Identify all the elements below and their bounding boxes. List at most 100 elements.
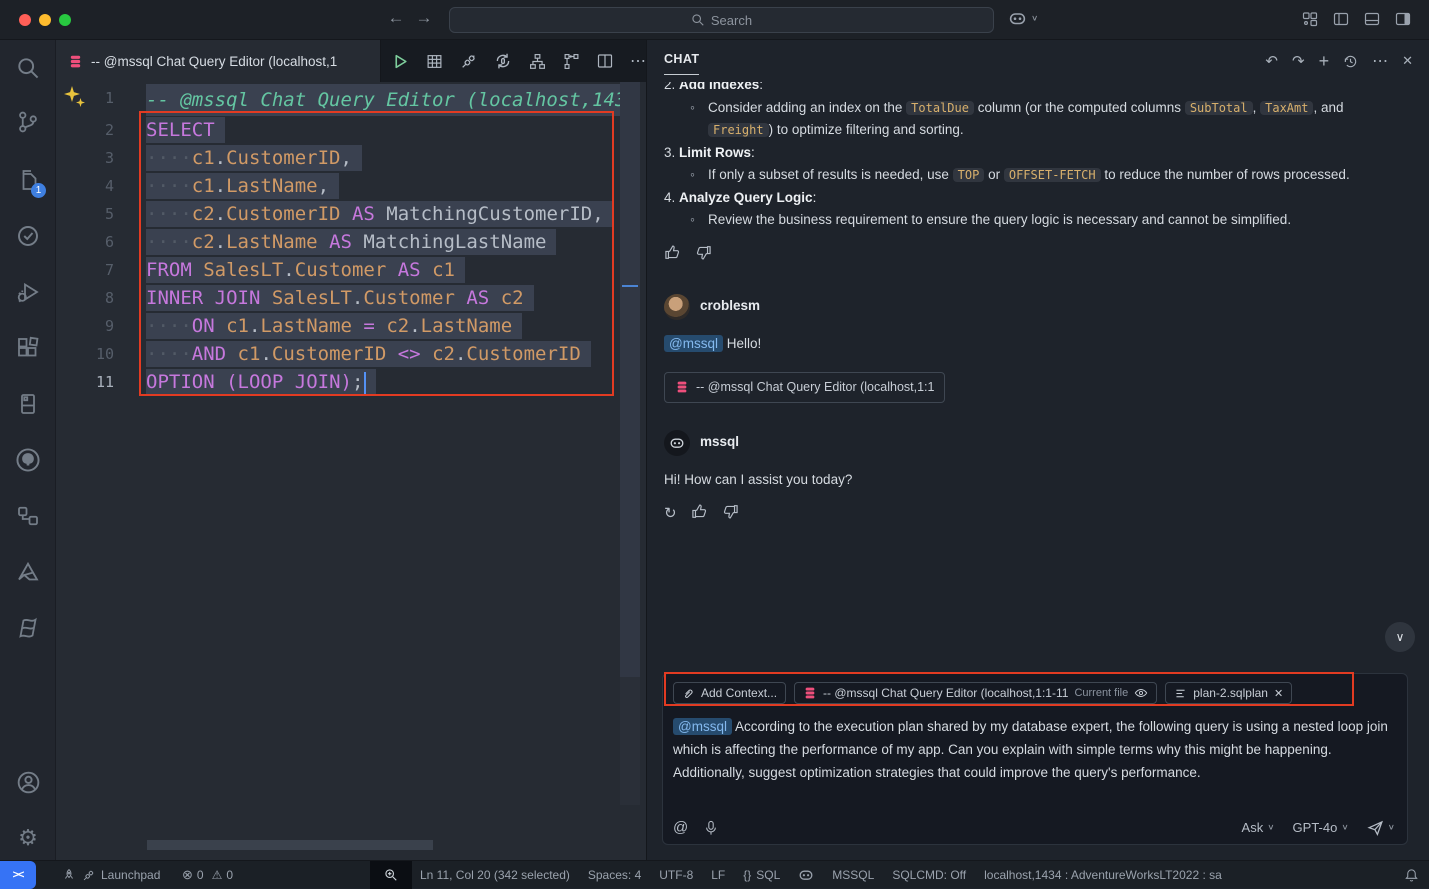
code-line[interactable]: 5····c2.CustomerID AS MatchingCustomerID… <box>56 200 620 228</box>
chat-more-icon[interactable]: ⋯ <box>1372 51 1388 71</box>
thumbs-up-icon[interactable] <box>691 503 708 526</box>
plug-icon <box>82 869 95 882</box>
run-query-button[interactable] <box>392 53 409 70</box>
pages-view-icon[interactable]: 1 <box>0 160 56 200</box>
user-name: croblesm <box>700 295 760 318</box>
scrollbar-thumb[interactable] <box>620 82 640 677</box>
current-file-chip[interactable]: -- @mssql Chat Query Editor (localhost,1… <box>794 682 1157 704</box>
line-number: 3 <box>56 144 114 172</box>
connection-item[interactable]: localhost,1434 : AdventureWorksLT2022 : … <box>984 868 1222 882</box>
user-message-text: Hello! <box>727 336 762 351</box>
code-line[interactable]: 7FROM SalesLT.Customer AS c1 <box>56 256 620 284</box>
more-actions-button[interactable]: ⋯ <box>630 51 646 71</box>
code-line[interactable]: 11OPTION (LOOP JOIN); <box>56 368 620 396</box>
problems-item[interactable]: ⊗ 0 ⚠ 0 <box>182 861 233 889</box>
chat-input-text[interactable]: @mssql According to the execution plan s… <box>673 715 1397 784</box>
estimated-plan-button[interactable] <box>529 53 546 70</box>
line-content: INNER JOIN SalesLT.Customer AS c2 <box>114 284 620 312</box>
account-icon[interactable] <box>0 762 56 802</box>
assistant-bullet: ◦Review the business requirement to ensu… <box>664 209 1401 232</box>
remote-indicator[interactable]: >< <box>0 861 36 889</box>
eye-icon[interactable] <box>1134 686 1148 700</box>
scroll-to-bottom-button[interactable]: ∨ <box>1385 622 1415 652</box>
search-view-icon[interactable] <box>0 48 56 88</box>
add-context-button[interactable]: Add Context... <box>673 682 786 704</box>
eol-item[interactable]: LF <box>711 868 725 882</box>
copilot-status-icon[interactable] <box>798 867 814 883</box>
redo-request-icon[interactable]: ↷ <box>1292 52 1305 70</box>
new-chat-icon[interactable]: + <box>1319 51 1330 72</box>
window-minimize-button[interactable] <box>39 14 51 26</box>
chat-history-icon[interactable] <box>1343 54 1358 69</box>
thumbs-up-icon[interactable] <box>664 244 681 261</box>
source-control-icon[interactable] <box>0 102 56 142</box>
disconnect-plug-button[interactable] <box>460 53 477 70</box>
azure-view-icon[interactable] <box>0 552 56 592</box>
launchpad-item[interactable]: Launchpad <box>62 861 160 889</box>
plan-file-chip[interactable]: plan-2.sqlplan ✕ <box>1165 682 1292 704</box>
ask-mode-dropdown[interactable]: Ask∨ <box>1242 820 1275 835</box>
chat-input-container[interactable]: Add Context... -- @mssql Chat Query Edit… <box>662 673 1408 845</box>
window-close-button[interactable] <box>19 14 31 26</box>
mssql-item[interactable]: MSSQL <box>832 868 874 882</box>
thumbs-down-icon[interactable] <box>722 503 739 526</box>
notifications-bell-icon[interactable] <box>1404 861 1419 889</box>
badge-count: 1 <box>31 183 46 198</box>
attached-file-chip[interactable]: -- @mssql Chat Query Editor (localhost,1… <box>664 372 945 403</box>
search-input[interactable]: Search <box>449 7 994 33</box>
code-line[interactable]: 8INNER JOIN SalesLT.Customer AS c2 <box>56 284 620 312</box>
code-line[interactable]: 4····c1.LastName, <box>56 172 620 200</box>
tab-active[interactable]: -- @mssql Chat Query Editor (localhost,1 <box>56 40 381 82</box>
thumbs-down-icon[interactable] <box>695 244 712 261</box>
settings-gear-icon[interactable]: ⚙ <box>0 818 56 858</box>
nav-back-icon[interactable]: ← <box>384 8 408 28</box>
code-line[interactable]: 10····AND c1.CustomerID <> c2.CustomerID <box>56 340 620 368</box>
send-button[interactable]: ∨ <box>1367 819 1395 836</box>
mic-icon[interactable] <box>704 820 718 836</box>
panel-title[interactable]: CHAT <box>664 52 699 75</box>
extensions-view-icon[interactable] <box>0 328 56 368</box>
chat-messages[interactable]: 2. Add Indexes:◦Consider adding an index… <box>647 82 1429 617</box>
indentation-item[interactable]: Spaces: 4 <box>588 868 641 882</box>
chat-close-icon[interactable]: ✕ <box>1402 53 1413 69</box>
code-line[interactable]: 6····c2.LastName AS MatchingLastName <box>56 228 620 256</box>
mention-chip[interactable]: @mssql <box>664 335 723 352</box>
toggle-sidebar-icon[interactable] <box>1333 11 1349 27</box>
toggle-panel-icon[interactable] <box>1364 11 1380 27</box>
code-line[interactable]: 3····c1.CustomerID, <box>56 144 620 172</box>
code-line[interactable]: 1-- @mssql Chat Query Editor (localhost,… <box>56 84 620 116</box>
customize-layout-icon[interactable] <box>1302 11 1318 27</box>
fabric-view-icon[interactable] <box>0 608 56 648</box>
window-zoom-button[interactable] <box>59 14 71 26</box>
encoding-item[interactable]: UTF-8 <box>659 868 693 882</box>
change-connection-button[interactable] <box>494 52 512 70</box>
github-view-icon[interactable] <box>0 440 56 480</box>
run-debug-view-icon[interactable] <box>0 272 56 312</box>
code-editor[interactable]: 1-- @mssql Chat Query Editor (localhost,… <box>56 82 620 840</box>
actual-plan-button[interactable] <box>563 53 580 70</box>
line-content: ····c2.LastName AS MatchingLastName <box>114 228 620 256</box>
code-line[interactable]: 2SELECT <box>56 116 620 144</box>
editor-scrollbar[interactable] <box>620 82 640 805</box>
chevron-down-icon: ∨ <box>1267 823 1274 832</box>
mention-button[interactable]: @ <box>673 819 688 836</box>
retry-icon[interactable]: ↻ <box>664 503 677 526</box>
copilot-menu[interactable]: ∨ <box>1008 9 1038 28</box>
code-line[interactable]: 9····ON c1.LastName = c2.LastName <box>56 312 620 340</box>
remove-chip-icon[interactable]: ✕ <box>1274 687 1283 700</box>
nav-forward-icon[interactable]: → <box>412 8 436 28</box>
sqlcmd-item[interactable]: SQLCMD: Off <box>892 868 966 882</box>
language-item[interactable]: {} SQL <box>743 868 780 882</box>
horizontal-scrollbar[interactable] <box>147 840 433 850</box>
sql-connections-view-icon[interactable] <box>0 496 56 536</box>
cursor-position-item[interactable]: Ln 11, Col 20 (342 selected) <box>420 868 570 882</box>
toggle-secondary-sidebar-icon[interactable] <box>1395 11 1411 27</box>
split-editor-button[interactable] <box>597 53 613 69</box>
line-content: ····ON c1.LastName = c2.LastName <box>114 312 620 340</box>
testing-view-icon[interactable] <box>0 216 56 256</box>
model-dropdown[interactable]: GPT-4o∨ <box>1293 820 1349 835</box>
zoom-indicator[interactable] <box>370 861 412 889</box>
undo-request-icon[interactable]: ↶ <box>1265 52 1278 70</box>
database-projects-view-icon[interactable] <box>0 384 56 424</box>
results-grid-button[interactable] <box>426 53 443 70</box>
